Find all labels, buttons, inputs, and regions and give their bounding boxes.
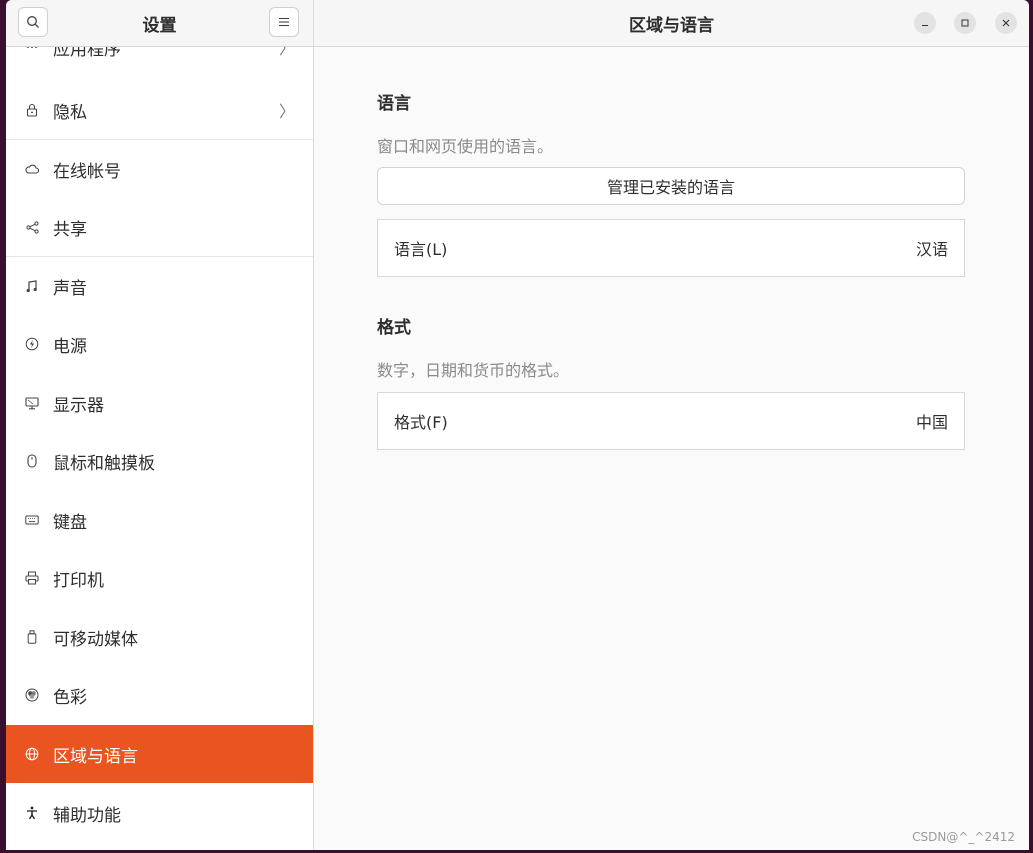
mouse-icon — [25, 454, 39, 468]
menu-button[interactable] — [269, 7, 299, 37]
sidebar-item-accessibility[interactable]: 辅助功能 — [6, 784, 313, 842]
sidebar-item-label: 打印机 — [53, 570, 104, 591]
language-row-value: 汉语 — [915, 240, 948, 259]
share-icon — [25, 220, 39, 234]
hamburger-menu-icon — [279, 17, 289, 27]
sidebar: 设置 应用程序 〉 隐私 〉 在线帐号 共享 声音 电源 显示器 鼠标和触摸板 … — [6, 0, 314, 850]
sidebar-item-label: 在线帐号 — [53, 161, 121, 182]
close-button[interactable] — [995, 12, 1017, 34]
formats-row-label: 格式(F) — [394, 413, 448, 432]
minimize-icon — [922, 25, 928, 26]
sidebar-item-label: 区域与语言 — [53, 746, 138, 767]
close-icon — [1002, 19, 1010, 27]
chevron-right-icon: 〉 — [278, 102, 295, 121]
maximize-button[interactable] — [954, 12, 976, 34]
sidebar-item-color[interactable]: 色彩 — [6, 666, 313, 724]
sidebar-item-privacy[interactable]: 隐私 〉 — [6, 81, 313, 139]
sidebar-item-region-language[interactable]: 区域与语言 — [6, 725, 313, 783]
music-note-icon — [25, 279, 39, 293]
sidebar-item-label: 隐私 — [53, 102, 87, 123]
power-icon — [25, 337, 39, 351]
sidebar-item-apps[interactable]: 应用程序 〉 — [6, 47, 313, 76]
watermark: CSDN@^_^2412 — [912, 830, 1015, 844]
maximize-icon — [961, 19, 969, 27]
sidebar-list: 应用程序 〉 隐私 〉 在线帐号 共享 声音 电源 显示器 鼠标和触摸板 键盘 … — [6, 47, 313, 850]
main-header: 区域与语言 — [314, 0, 1029, 47]
formats-row[interactable]: 格式(F) 中国 — [377, 392, 965, 450]
sidebar-item-label: 显示器 — [53, 395, 104, 416]
language-row-label: 语言(L) — [394, 240, 448, 259]
sidebar-item-label: 可移动媒体 — [53, 629, 138, 650]
formats-section-description: 数字，日期和货币的格式。 — [377, 361, 570, 380]
sidebar-item-label: 电源 — [53, 336, 87, 357]
cloud-icon — [25, 162, 39, 176]
sidebar-item-keyboard[interactable]: 键盘 — [6, 491, 313, 549]
sidebar-item-power[interactable]: 电源 — [6, 315, 313, 373]
lock-icon — [25, 103, 39, 117]
sidebar-item-sharing[interactable]: 共享 — [6, 198, 313, 256]
sidebar-item-label: 键盘 — [53, 512, 87, 533]
color-icon — [25, 688, 39, 702]
sidebar-item-label: 色彩 — [53, 687, 87, 708]
monitor-icon — [25, 396, 39, 410]
usb-drive-icon — [25, 630, 39, 644]
formats-section-title: 格式 — [377, 318, 411, 338]
sidebar-item-label: 共享 — [53, 219, 87, 240]
language-section-title: 语言 — [377, 94, 411, 114]
sidebar-item-label: 应用程序 — [53, 47, 121, 60]
sidebar-item-mouse-touchpad[interactable]: 鼠标和触摸板 — [6, 432, 313, 490]
settings-window: 设置 应用程序 〉 隐私 〉 在线帐号 共享 声音 电源 显示器 鼠标和触摸板 … — [6, 0, 1029, 850]
sidebar-item-online-accounts[interactable]: 在线帐号 — [6, 140, 313, 198]
language-section-description: 窗口和网页使用的语言。 — [377, 137, 554, 156]
sidebar-item-sound[interactable]: 声音 — [6, 257, 313, 315]
keyboard-icon — [25, 513, 39, 527]
sidebar-item-removable-media[interactable]: 可移动媒体 — [6, 608, 313, 666]
sidebar-header: 设置 — [6, 0, 313, 47]
main-content: 语言 窗口和网页使用的语言。 管理已安装的语言 语言(L) 汉语 格式 数字，日… — [314, 47, 1029, 850]
chevron-right-icon: 〉 — [278, 47, 295, 58]
sidebar-item-displays[interactable]: 显示器 — [6, 374, 313, 432]
language-row[interactable]: 语言(L) 汉语 — [377, 219, 965, 277]
minimize-button[interactable] — [914, 12, 936, 34]
sidebar-item-label: 鼠标和触摸板 — [53, 453, 155, 474]
formats-row-value: 中国 — [915, 413, 948, 432]
globe-icon — [25, 747, 39, 761]
manage-installed-languages-button[interactable]: 管理已安装的语言 — [377, 167, 965, 205]
printer-icon — [25, 571, 39, 585]
apps-grid-icon — [25, 47, 39, 54]
sidebar-item-printers[interactable]: 打印机 — [6, 549, 313, 607]
sidebar-item-label: 声音 — [53, 278, 87, 299]
accessibility-icon — [25, 806, 39, 820]
sidebar-item-label: 辅助功能 — [53, 805, 121, 826]
sidebar-title: 设置 — [142, 15, 177, 36]
